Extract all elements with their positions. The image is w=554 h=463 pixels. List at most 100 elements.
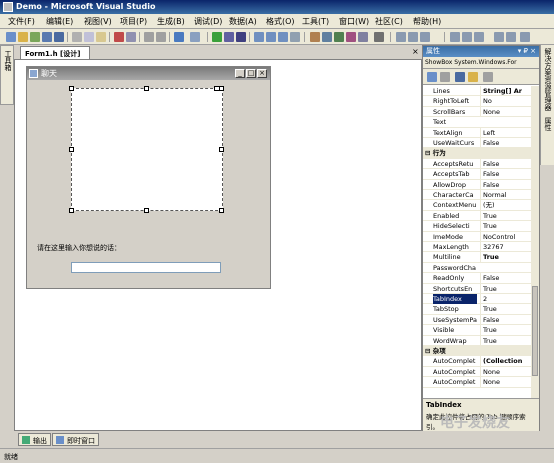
redo-icon[interactable] — [190, 32, 200, 42]
property-value[interactable]: (无) — [480, 200, 531, 211]
save-icon[interactable] — [42, 32, 52, 42]
menu-community[interactable]: 社区(C) — [375, 16, 403, 27]
add-item-icon[interactable] — [30, 32, 40, 42]
format-icon[interactable] — [450, 32, 460, 42]
property-row[interactable]: AcceptsRetu False — [423, 158, 531, 170]
property-row[interactable]: AutoComplet None — [423, 377, 531, 388]
close-icon[interactable]: × — [257, 69, 267, 78]
copy-icon[interactable] — [84, 32, 94, 42]
property-value[interactable]: True — [480, 221, 531, 232]
property-row[interactable]: Text — [423, 117, 531, 128]
property-row[interactable]: AllowDrop False — [423, 179, 531, 190]
chat-display-textbox[interactable] — [71, 86, 223, 211]
property-value[interactable]: Left — [480, 127, 531, 138]
tab-immediate[interactable]: 即时窗口 — [52, 433, 99, 446]
align-center-icon[interactable] — [408, 32, 418, 42]
property-row[interactable]: HideSelecti True — [423, 221, 531, 232]
delete-icon[interactable] — [114, 32, 124, 42]
maximize-icon[interactable]: □ — [246, 69, 256, 78]
property-row[interactable]: AutoComplet None — [423, 366, 531, 378]
property-row[interactable]: MaxLength 32767 — [423, 242, 531, 253]
property-value[interactable]: String[] Ar — [480, 86, 531, 96]
panel-pin-icon[interactable]: ▾ ₽ × — [518, 46, 536, 57]
align-right-icon[interactable] — [420, 32, 430, 42]
object-selector-dropdown[interactable]: ShowBox System.Windows.For — [423, 57, 539, 69]
format-icon[interactable] — [506, 32, 516, 42]
menu-build[interactable]: 生成(B) — [157, 16, 185, 27]
breakpoint-icon[interactable] — [290, 32, 300, 42]
side-tab-solution-explorer[interactable]: 解决方案资源管理器 — [541, 45, 554, 114]
open-icon[interactable] — [18, 32, 28, 42]
property-value[interactable]: None — [480, 377, 531, 388]
pause-icon[interactable] — [224, 32, 234, 42]
new-project-icon[interactable] — [6, 32, 16, 42]
format-icon[interactable] — [520, 32, 530, 42]
property-row[interactable]: ContextMenu (无) — [423, 200, 531, 211]
resize-handle[interactable] — [69, 208, 74, 213]
property-value[interactable]: True — [480, 304, 531, 315]
property-row[interactable]: Lines String[] Ar — [423, 86, 531, 97]
resize-handle[interactable] — [144, 86, 149, 91]
property-value[interactable]: False — [480, 179, 531, 190]
menu-help[interactable]: 帮助(H) — [413, 16, 441, 27]
undo-icon[interactable] — [174, 32, 184, 42]
property-value[interactable]: Normal — [480, 190, 531, 200]
format-icon[interactable] — [494, 32, 504, 42]
toolbox-side-tab[interactable]: 工具箱 — [0, 45, 14, 105]
categorized-icon[interactable] — [427, 72, 437, 82]
paste-icon[interactable] — [96, 32, 106, 42]
property-pages-icon[interactable] — [483, 72, 493, 82]
uncomment-icon[interactable] — [156, 32, 166, 42]
resize-handle[interactable] — [219, 86, 224, 91]
property-row[interactable]: TabStop True — [423, 304, 531, 315]
format-icon[interactable] — [474, 32, 484, 42]
property-row[interactable]: Visible True — [423, 325, 531, 336]
property-value[interactable]: None — [480, 366, 531, 377]
comment-icon[interactable] — [144, 32, 154, 42]
property-row[interactable]: AutoComplet (Collection — [423, 356, 531, 367]
property-row[interactable]: ShortcutsEn True — [423, 283, 531, 294]
resize-handle[interactable] — [69, 86, 74, 91]
format-icon[interactable] — [462, 32, 472, 42]
property-value[interactable]: True — [480, 252, 531, 263]
property-value[interactable]: True — [480, 210, 531, 221]
object-browser-icon[interactable] — [334, 32, 344, 42]
property-value[interactable]: No — [480, 96, 531, 107]
property-value[interactable]: True — [480, 283, 531, 294]
side-tab-properties[interactable]: 属性 — [541, 114, 554, 134]
property-value[interactable]: False — [480, 169, 531, 180]
menu-format[interactable]: 格式(O) — [266, 16, 295, 27]
more-tools-icon[interactable] — [374, 32, 384, 42]
step-into-icon[interactable] — [254, 32, 264, 42]
resize-handle[interactable] — [144, 208, 149, 213]
step-over-icon[interactable] — [266, 32, 276, 42]
message-input-textbox[interactable] — [71, 262, 221, 273]
designed-form[interactable]: 聊天 _ □ × 请在这里输入你想说的话： — [26, 66, 271, 289]
property-value[interactable]: True — [480, 325, 531, 336]
minimize-icon[interactable]: _ — [235, 69, 245, 78]
property-value[interactable]: NoControl — [480, 231, 531, 242]
save-all-icon[interactable] — [54, 32, 64, 42]
resize-handle[interactable] — [69, 147, 74, 152]
menu-file[interactable]: 文件(F) — [8, 16, 35, 27]
properties-icon[interactable] — [322, 32, 332, 42]
menu-window[interactable]: 窗口(W) — [339, 16, 369, 27]
resize-handle[interactable] — [219, 147, 224, 152]
menu-view[interactable]: 视图(V) — [84, 16, 112, 27]
property-value[interactable]: False — [480, 314, 531, 325]
property-row[interactable]: AcceptsTab False — [423, 169, 531, 180]
menu-debug[interactable]: 调试(D) — [194, 16, 222, 27]
property-row[interactable]: UseWaitCurs False — [423, 138, 531, 149]
property-value[interactable]: 2 — [480, 294, 531, 304]
property-row[interactable]: ImeMode NoControl — [423, 231, 531, 242]
properties-scrollbar[interactable] — [531, 86, 539, 398]
cut-icon[interactable] — [72, 32, 82, 42]
tab-form1-design[interactable]: Form1.h [设计] — [20, 46, 90, 59]
property-value[interactable]: None — [480, 106, 531, 117]
property-value[interactable]: False — [480, 273, 531, 284]
property-category[interactable]: ⊟ 杂项 — [423, 346, 531, 357]
property-row[interactable]: RightToLeft No — [423, 96, 531, 107]
property-row[interactable]: TabIndex 2 — [423, 294, 531, 305]
property-value[interactable]: True — [480, 335, 531, 346]
property-row[interactable]: ScrollBars None — [423, 106, 531, 118]
